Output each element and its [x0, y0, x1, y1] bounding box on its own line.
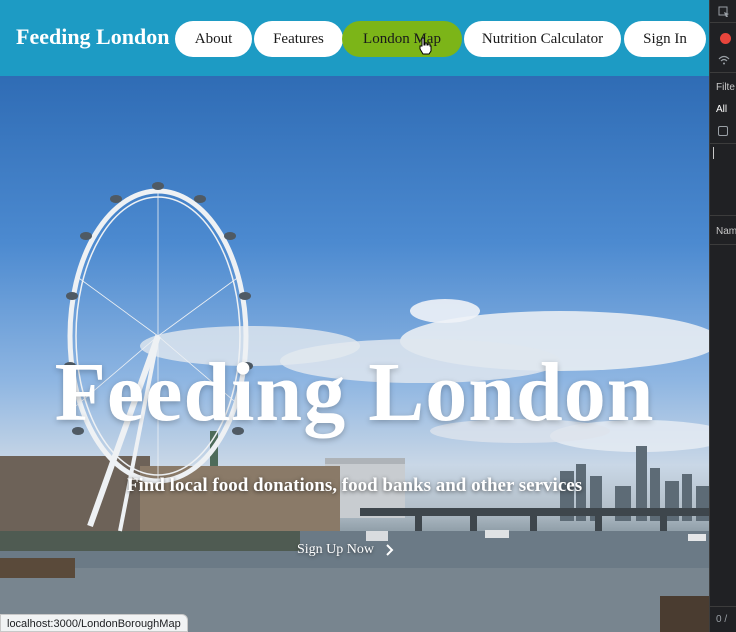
nav-nutrition-calculator-button[interactable]: Nutrition Calculator	[464, 21, 621, 57]
top-navbar: Feeding London About Features London Map…	[0, 0, 709, 76]
browser-viewport: Feeding London About Features London Map…	[0, 0, 709, 632]
hero-subtitle: Find local food donations, food banks an…	[126, 475, 583, 496]
nav-about-button[interactable]: About	[175, 21, 252, 57]
wifi-icon[interactable]	[718, 55, 730, 65]
sign-up-now-link[interactable]: Sign Up Now	[297, 540, 394, 560]
sign-up-now-label: Sign Up Now	[297, 542, 375, 557]
status-bar-url: localhost:3000/LondonBoroughMap	[0, 614, 188, 632]
devtools-name-column[interactable]: Nam	[716, 226, 736, 237]
devtools-filter-label[interactable]: Filte	[716, 82, 735, 93]
nav-london-map-button[interactable]: London Map	[342, 21, 462, 57]
nav-features-button[interactable]: Features	[254, 21, 343, 57]
hero-title: Feeding London	[54, 346, 655, 439]
record-icon[interactable]	[720, 33, 731, 44]
inspect-element-icon[interactable]	[718, 6, 730, 18]
devtools-request-count: 0 /	[716, 614, 728, 625]
devtools-panel: Filte All Nam 0 /	[709, 0, 736, 632]
devtools-all-filter[interactable]: All	[716, 104, 727, 115]
hand-pointer-cursor-icon	[419, 37, 432, 55]
brand-logo[interactable]: Feeding London	[16, 24, 169, 50]
devtools-checkbox[interactable]	[718, 126, 728, 136]
nav-sign-in-button[interactable]: Sign In	[624, 21, 706, 57]
hero-section: Feeding London Find local food donations…	[0, 76, 709, 632]
chevron-right-icon	[386, 544, 394, 556]
